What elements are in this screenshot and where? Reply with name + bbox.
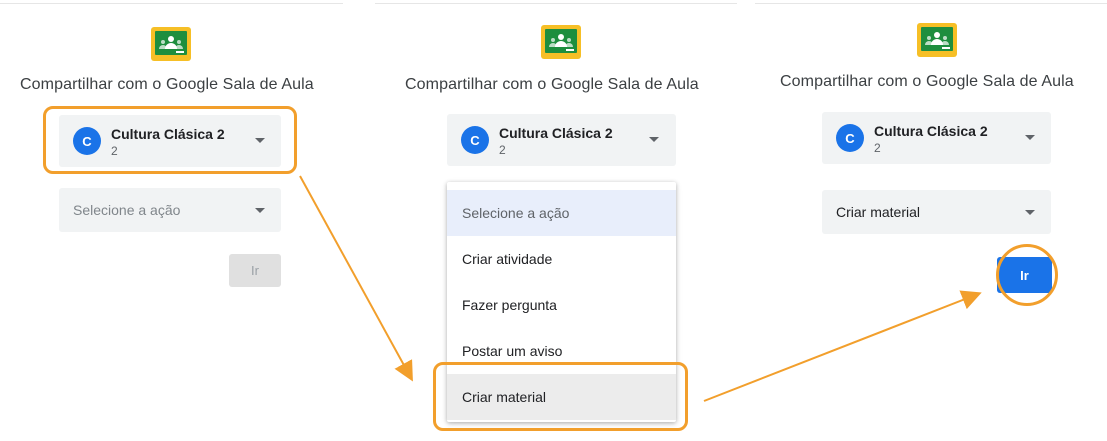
step-arrows [299,175,982,402]
arrow-icon [299,175,413,382]
arrow-icon [703,290,982,402]
